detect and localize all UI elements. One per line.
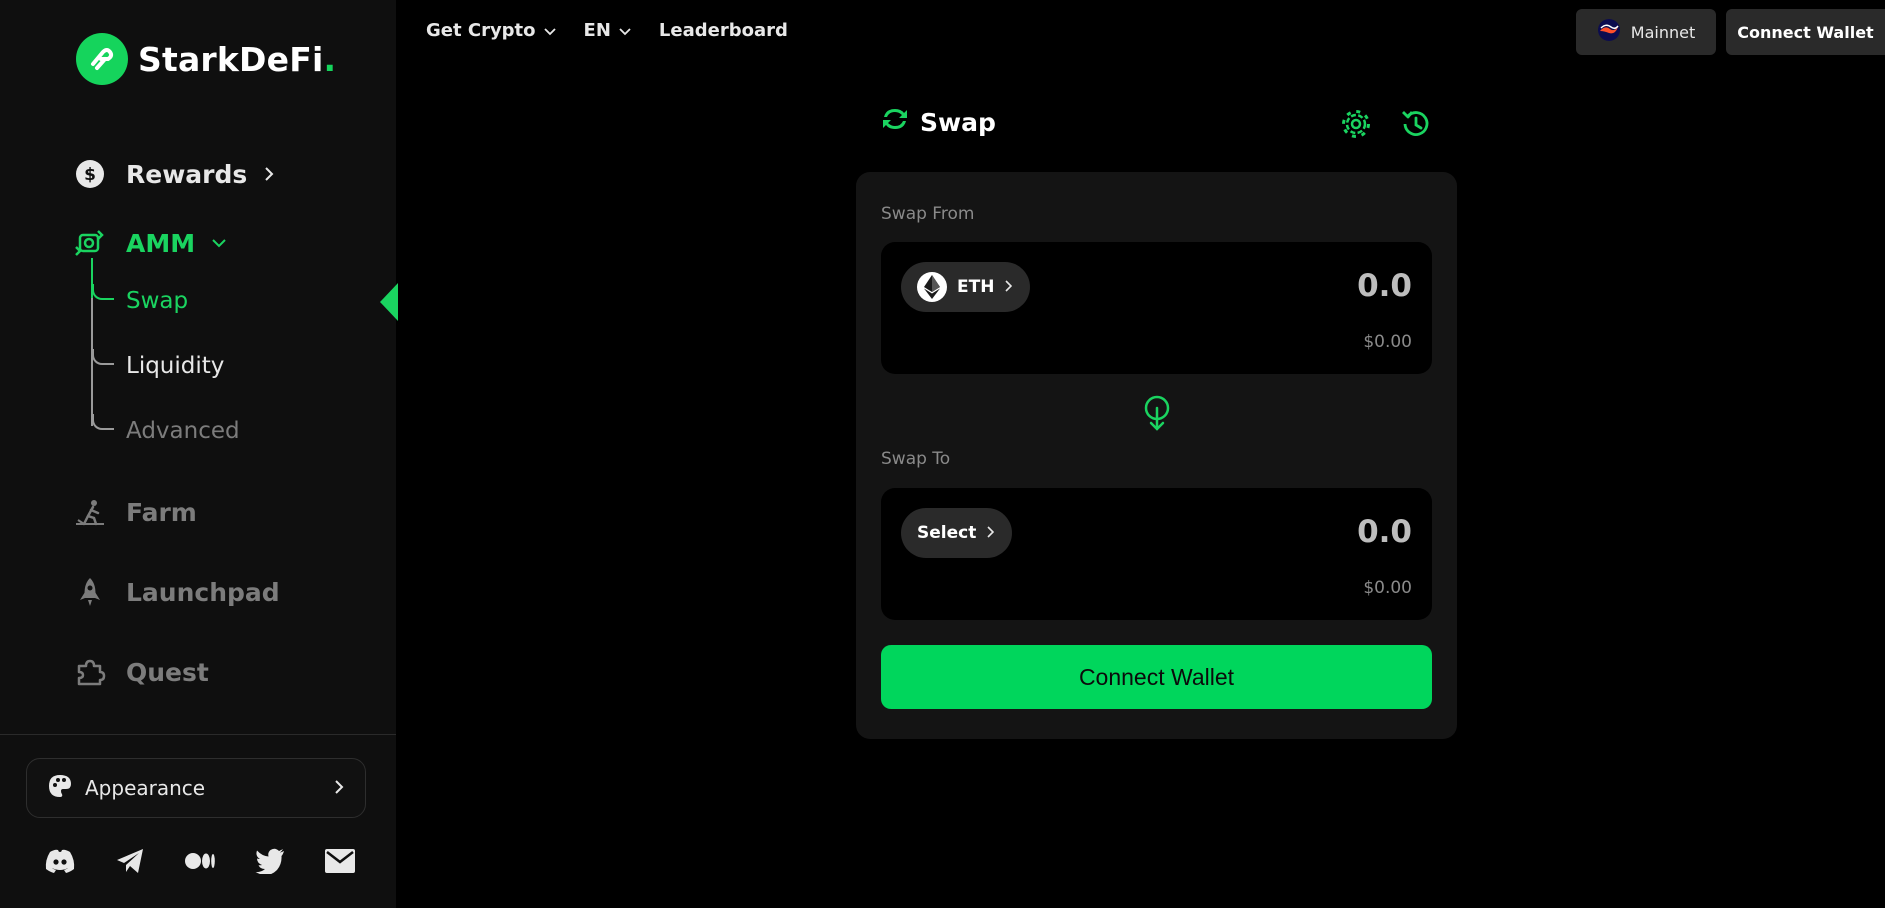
settings-gear-icon[interactable] [1340, 108, 1372, 140]
chevron-right-icon [986, 523, 995, 543]
sidebar-item-label: AMM [126, 228, 196, 258]
brand-name: StarkDeFi. [138, 39, 337, 79]
social-links [44, 845, 356, 877]
sidebar-item-label: Farm [126, 497, 197, 527]
submenu-branch [92, 349, 114, 365]
farmer-icon [74, 496, 106, 528]
swap-to-label: Swap To [881, 449, 951, 469]
telegram-icon[interactable] [114, 845, 146, 877]
connect-wallet-top-button[interactable]: Connect Wallet [1726, 9, 1885, 55]
mail-icon[interactable] [324, 845, 356, 877]
sidebar-item-rewards[interactable]: $ Rewards [74, 158, 275, 190]
starknet-icon [1597, 18, 1621, 46]
sidebar: StarkDeFi. $ Rewards AMM Swap Liquidity … [0, 0, 396, 908]
from-token-select-button[interactable]: ETH [901, 262, 1031, 312]
language-dropdown[interactable]: EN [584, 20, 631, 41]
to-token-select-button[interactable]: Select [901, 508, 1013, 558]
network-selector-button[interactable]: Mainnet [1576, 9, 1716, 55]
swap-card: Swap From ETH 0.0 $0.00 Swap To Select 0… [856, 172, 1457, 739]
to-usd-value: $0.00 [1363, 578, 1412, 598]
swap-title: Swap [920, 107, 996, 137]
chevron-down-icon [211, 237, 227, 249]
sidebar-item-amm[interactable]: AMM [74, 227, 227, 259]
exchange-icon [74, 227, 106, 259]
language-label: EN [583, 20, 611, 41]
leaderboard-label: Leaderboard [658, 20, 788, 41]
rocket-icon [74, 576, 106, 608]
to-amount-input[interactable]: 0.0 [1357, 514, 1412, 550]
swap-from-box: ETH 0.0 $0.00 [881, 242, 1432, 374]
appearance-button[interactable]: Appearance [26, 758, 366, 818]
top-nav: Get Crypto EN Leaderboard [426, 20, 788, 41]
logo[interactable]: StarkDeFi. [76, 33, 336, 85]
svg-text:$: $ [84, 165, 96, 185]
chevron-down-icon [619, 20, 631, 41]
sidebar-subitem-swap[interactable]: Swap [126, 288, 188, 314]
from-token-symbol: ETH [957, 277, 995, 297]
chevron-right-icon [333, 776, 345, 800]
swap-from-label: Swap From [881, 204, 975, 224]
ethereum-icon [917, 272, 947, 302]
chevron-right-icon [263, 166, 275, 182]
sidebar-subitem-liquidity[interactable]: Liquidity [126, 353, 224, 379]
swap-to-box: Select 0.0 $0.00 [881, 488, 1432, 620]
app-root: StarkDeFi. $ Rewards AMM Swap Liquidity … [0, 0, 1885, 908]
sidebar-divider [0, 734, 396, 735]
get-crypto-label: Get Crypto [426, 20, 536, 41]
to-token-symbol: Select [917, 523, 977, 543]
swap-header: Swap [880, 106, 996, 138]
dollar-coin-icon: $ [74, 158, 106, 190]
sidebar-item-label: Launchpad [126, 577, 280, 607]
sidebar-item-quest[interactable]: Quest [74, 656, 209, 688]
leaderboard-link[interactable]: Leaderboard [659, 20, 788, 41]
discord-icon[interactable] [44, 845, 76, 877]
chevron-right-icon [1004, 277, 1013, 297]
sidebar-item-farm[interactable]: Farm [74, 496, 197, 528]
twitter-icon[interactable] [254, 845, 286, 877]
swap-arrows-icon [880, 106, 910, 138]
connect-wallet-button[interactable]: Connect Wallet [881, 645, 1432, 709]
sidebar-item-launchpad[interactable]: Launchpad [74, 576, 280, 608]
from-amount-input[interactable]: 0.0 [1357, 268, 1412, 304]
medium-icon[interactable] [184, 845, 216, 877]
puzzle-icon [74, 656, 106, 688]
chevron-down-icon [543, 20, 556, 41]
sidebar-item-label: Quest [126, 657, 209, 687]
history-icon[interactable] [1400, 108, 1432, 140]
appearance-label: Appearance [85, 776, 206, 800]
submenu-branch [92, 414, 114, 430]
get-crypto-dropdown[interactable]: Get Crypto [426, 20, 556, 41]
sidebar-item-label: Rewards [126, 159, 248, 189]
swap-direction-icon[interactable] [1142, 394, 1172, 434]
from-usd-value: $0.00 [1363, 332, 1412, 352]
palette-icon [47, 773, 73, 804]
network-label: Mainnet [1630, 22, 1696, 42]
sidebar-subitem-advanced[interactable]: Advanced [126, 418, 240, 444]
starkdefi-logo-icon [76, 33, 128, 85]
submenu-branch [92, 284, 114, 300]
